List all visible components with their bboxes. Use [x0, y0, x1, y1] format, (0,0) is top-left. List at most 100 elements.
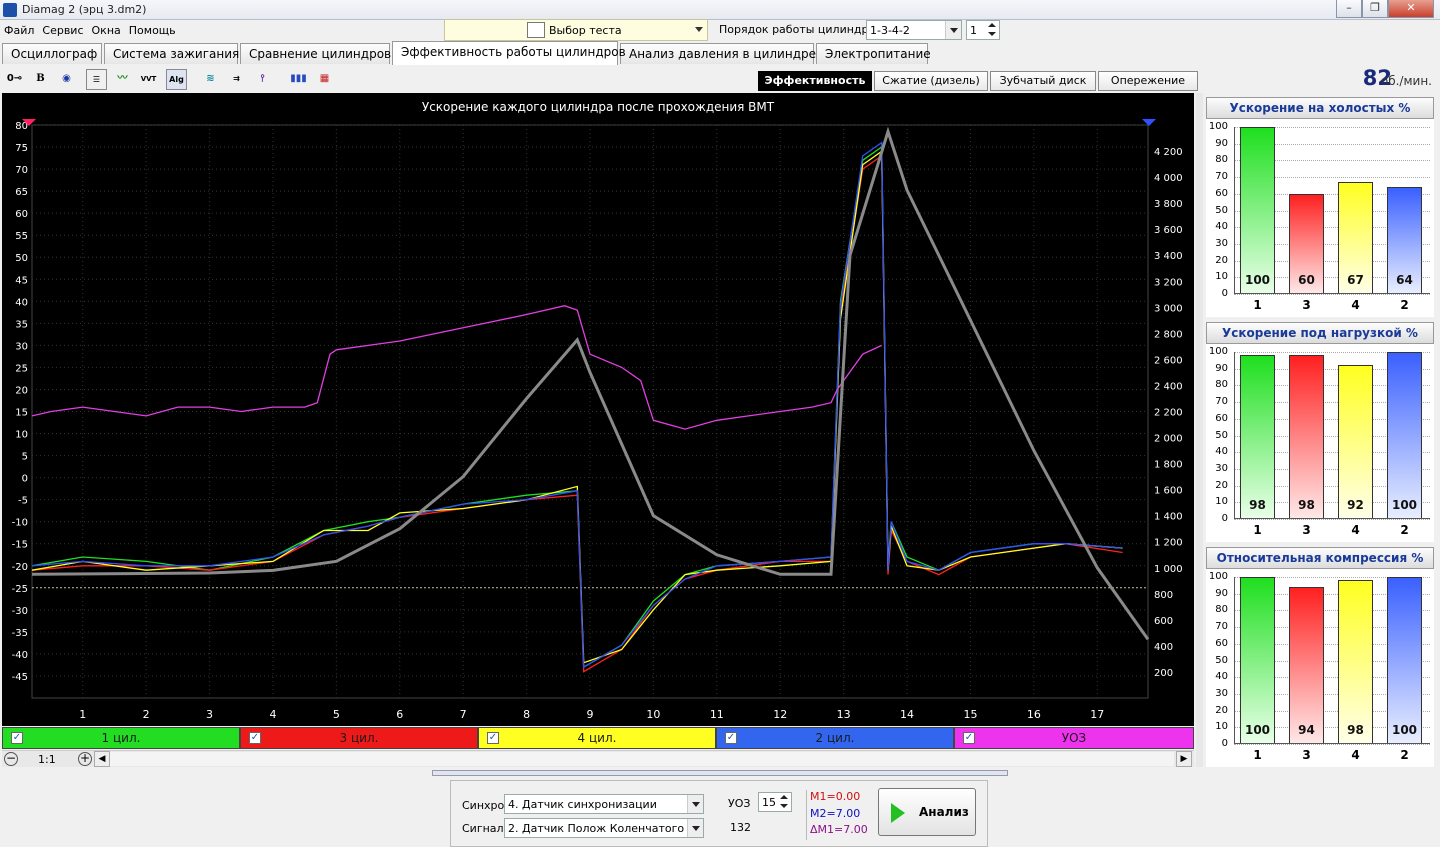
- menu-help[interactable]: Помощь: [125, 21, 180, 40]
- menu-windows[interactable]: Окна: [88, 21, 125, 40]
- y-tick-label: 90: [1215, 137, 1228, 149]
- horizontal-scrollbar[interactable]: [110, 752, 1174, 766]
- y2-tick-label: 600: [1154, 616, 1173, 627]
- spin-down-icon[interactable]: [986, 30, 998, 39]
- filter-icon[interactable]: ≋: [200, 69, 221, 90]
- x-tick-label: 2: [1400, 523, 1409, 537]
- checkbox-icon[interactable]: ✓: [725, 732, 737, 744]
- cylinder-order-value: 1-3-4-2: [870, 24, 910, 37]
- tab-ignition[interactable]: Система зажигания: [104, 43, 239, 64]
- uoz-spin[interactable]: 15: [758, 792, 792, 812]
- x-tick-label: 10: [646, 708, 660, 721]
- y-tick-label: 90: [1215, 587, 1228, 599]
- checkbox-icon[interactable]: ✓: [11, 732, 23, 744]
- chevron-down-icon: [687, 819, 703, 837]
- checkbox-icon[interactable]: ✓: [249, 732, 261, 744]
- bars-icon[interactable]: ▮▮▮: [288, 69, 309, 90]
- legend-uoz-label: УОЗ: [1061, 731, 1087, 745]
- minimize-icon[interactable]: –: [1336, 0, 1362, 18]
- zoom-out-icon[interactable]: −: [4, 752, 18, 766]
- y-tick-label: 20: [1215, 704, 1228, 716]
- line-icon[interactable]: 〰: [112, 69, 133, 90]
- y-tick-label: 60: [1215, 637, 1228, 649]
- divider: [806, 790, 807, 840]
- tab-power[interactable]: Электропитание: [816, 43, 931, 64]
- mode-advance-button[interactable]: Опережение: [1098, 71, 1198, 91]
- x-tick-label: 6: [396, 708, 403, 721]
- mode-efficiency-button[interactable]: Эффективность: [758, 71, 872, 91]
- spin-up-icon[interactable]: [778, 793, 790, 802]
- menu-bar: Файл Сервис Окна Помощь: [0, 21, 440, 41]
- y2-tick-label: 2 600: [1154, 355, 1183, 366]
- legend-cyl4[interactable]: ✓ 4 цил.: [478, 727, 716, 749]
- tab-cylinder-efficiency[interactable]: Эффективность работы цилиндров: [392, 41, 626, 65]
- marker-icon[interactable]: ⫯: [252, 69, 273, 90]
- spin-up-icon[interactable]: [986, 21, 998, 30]
- sync-combo[interactable]: 4. Датчик синхронизации: [504, 794, 704, 814]
- chart-title: Ускорение каждого цилиндра после прохожд…: [422, 100, 775, 114]
- marker-delta: ΔM1=7.00: [810, 823, 868, 836]
- zoom-level: 1:1: [38, 753, 56, 766]
- rpm-icon[interactable]: ◉: [56, 69, 77, 90]
- report-icon[interactable]: ▦: [314, 69, 335, 90]
- restore-icon[interactable]: ❐: [1362, 0, 1388, 18]
- bold-icon[interactable]: B: [30, 69, 51, 90]
- legend-cyl1[interactable]: ✓ 1 цил.: [2, 727, 240, 749]
- y-tick-label: 20: [15, 385, 28, 396]
- legend-cyl3[interactable]: ✓ 3 цил.: [240, 727, 478, 749]
- legend-cyl3-label: 3 цил.: [339, 731, 379, 745]
- cylinder-order-combo[interactable]: 1-3-4-2: [866, 20, 962, 40]
- spin-down-icon[interactable]: [778, 802, 790, 811]
- axis-frame: [1234, 127, 1430, 294]
- main-chart[interactable]: Ускорение каждого цилиндра после прохожд…: [2, 93, 1194, 726]
- y-tick-label: 40: [1215, 671, 1228, 683]
- y-tick-label: -10: [12, 518, 28, 529]
- legend-cyl2[interactable]: ✓ 2 цил.: [716, 727, 954, 749]
- zero-icon[interactable]: 0⊸: [4, 69, 25, 90]
- y-tick-label: 100: [1208, 571, 1228, 582]
- cylinder-spin[interactable]: 1: [966, 20, 1000, 40]
- test-select-dropdown[interactable]: Выбор теста: [444, 19, 708, 41]
- y-tick-label: 90: [1215, 362, 1228, 374]
- menu-service[interactable]: Сервис: [38, 21, 87, 40]
- y-tick-label: 20: [1215, 479, 1228, 491]
- mode-gear-disc-button[interactable]: Зубчатый диск: [990, 71, 1096, 91]
- legend-cyl2-label: 2 цил.: [815, 731, 855, 745]
- vvti-icon[interactable]: VVT: [138, 69, 159, 90]
- zoom-in-icon[interactable]: +: [78, 752, 92, 766]
- panel-splitter[interactable]: [1196, 93, 1203, 767]
- y2-tick-label: 1 600: [1154, 486, 1183, 497]
- x-tick-label: 2: [1400, 748, 1409, 762]
- mode-compression-button[interactable]: Сжатие (дизель): [874, 71, 988, 91]
- tab-cylinder-compare[interactable]: Сравнение цилиндров: [240, 43, 391, 64]
- order-icon[interactable]: ⇉: [226, 69, 247, 90]
- close-icon[interactable]: ✕: [1388, 0, 1434, 18]
- y-tick-label: 70: [15, 165, 28, 176]
- scroll-left-icon[interactable]: ◀: [94, 751, 110, 767]
- x-tick-label: 3: [1302, 748, 1311, 762]
- algorithm-icon[interactable]: Alg: [166, 69, 187, 90]
- y-tick-label: 50: [1215, 429, 1228, 441]
- y-tick-label: 0: [1221, 288, 1228, 299]
- y2-tick-label: 4 200: [1154, 147, 1183, 158]
- legend-uoz[interactable]: ✓ УОЗ: [954, 727, 1194, 749]
- panel-collapse-bar[interactable]: [432, 770, 1008, 776]
- tab-oscillograph[interactable]: Осциллограф: [2, 43, 102, 64]
- y-tick-label: 40: [1215, 221, 1228, 233]
- signal-combo[interactable]: 2. Датчик Полож Коленчатого Вал: [504, 818, 704, 838]
- menu-file[interactable]: Файл: [0, 21, 38, 40]
- y-tick-label: 20: [1215, 254, 1228, 266]
- checkbox-icon[interactable]: ✓: [963, 732, 975, 744]
- analyze-button[interactable]: Анализ: [878, 788, 976, 836]
- chevron-down-icon: [945, 21, 961, 39]
- tab-pressure-analysis[interactable]: Анализ давления в цилиндре: [620, 43, 816, 64]
- x-tick-label: 1: [1253, 523, 1262, 537]
- y-tick-label: 0: [22, 474, 28, 485]
- y2-tick-label: 1 400: [1154, 512, 1183, 523]
- y-tick-label: 30: [1215, 462, 1228, 474]
- x-tick-label: 4: [1351, 523, 1360, 537]
- sensor-icon[interactable]: ☰: [86, 69, 107, 90]
- scroll-right-icon[interactable]: ▶: [1176, 751, 1192, 767]
- x-tick-label: 4: [1351, 298, 1360, 312]
- checkbox-icon[interactable]: ✓: [487, 732, 499, 744]
